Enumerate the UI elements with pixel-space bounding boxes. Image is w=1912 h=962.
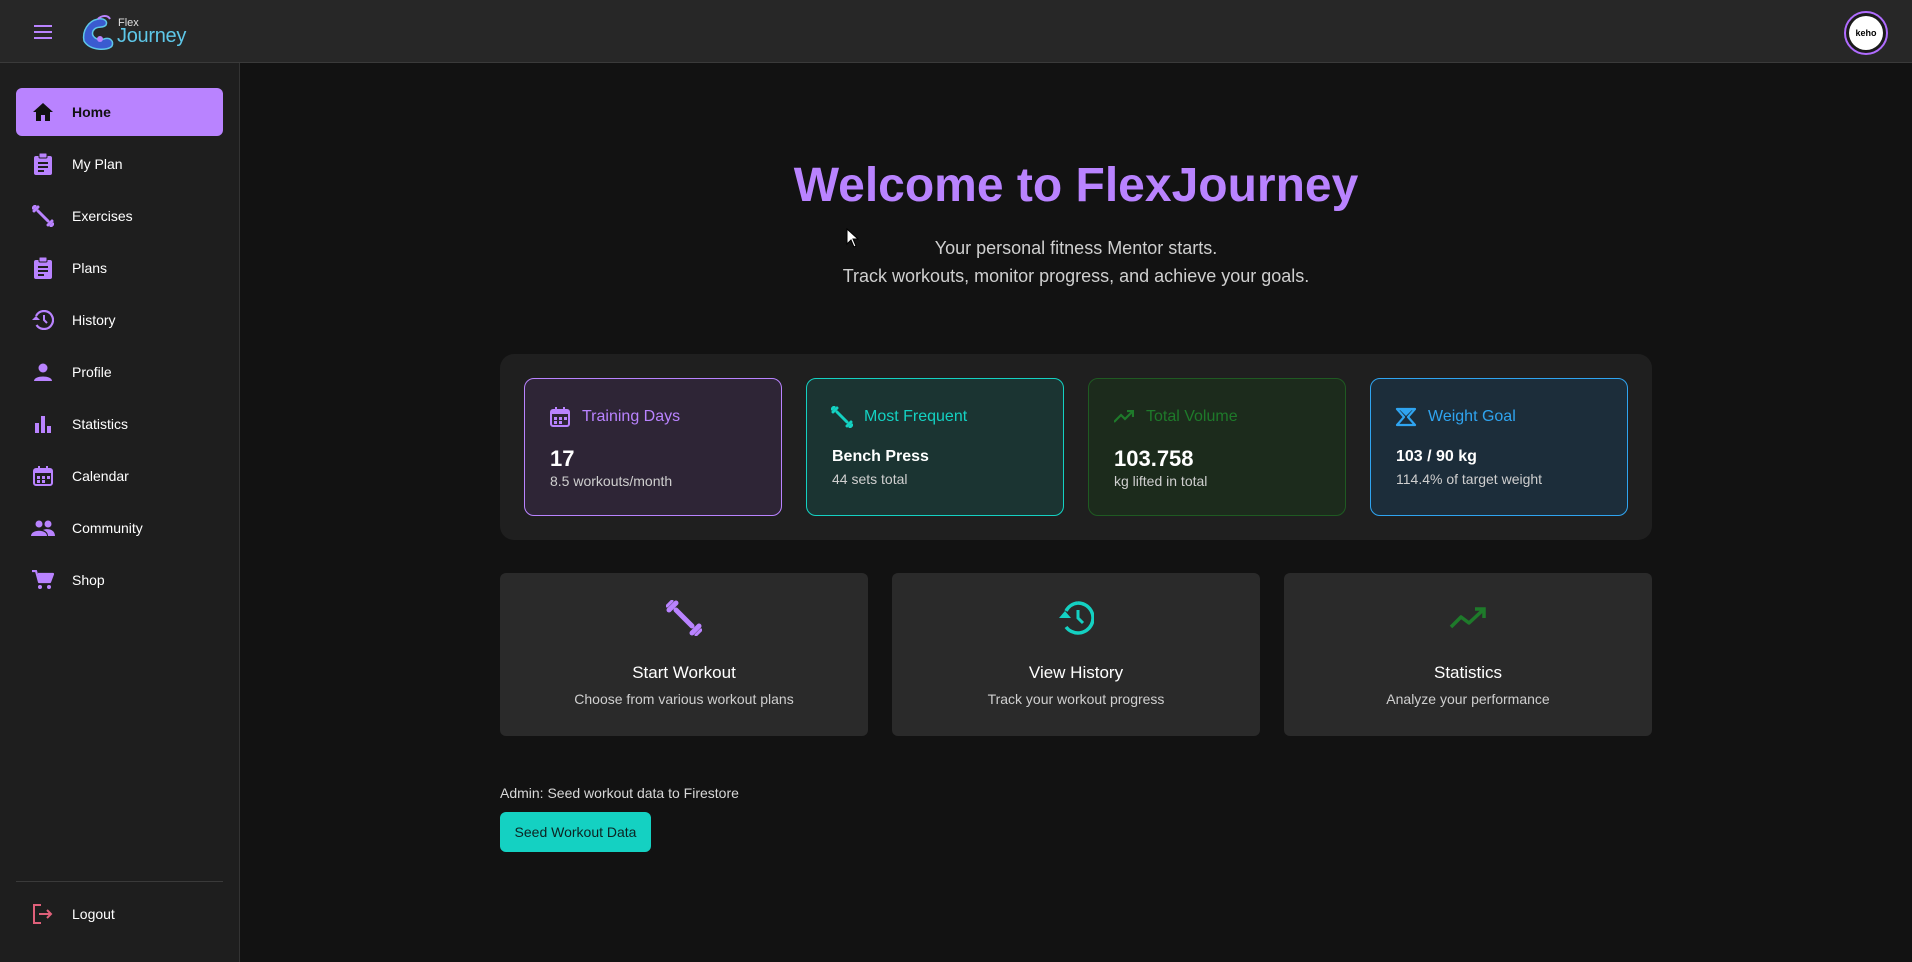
history-icon (31, 308, 55, 332)
logout-button[interactable]: Logout (16, 890, 223, 938)
calendar-icon (31, 464, 55, 488)
stat-card-weight-goal: Weight Goal 103 / 90 kg 114.4% of target… (1370, 378, 1628, 516)
trending-up-icon (1113, 406, 1135, 428)
logout-label: Logout (72, 906, 115, 922)
stat-value: 103 / 90 kg (1396, 448, 1477, 465)
home-icon (31, 100, 55, 124)
stat-title: Training Days (582, 408, 681, 425)
sidebar-item-label: Community (72, 520, 143, 536)
stat-subtext: 44 sets total (832, 471, 908, 487)
stat-title: Total Volume (1146, 408, 1238, 425)
action-description: Choose from various workout plans (574, 691, 794, 707)
bar-chart-icon (31, 412, 55, 436)
sidebar-item-calendar[interactable]: Calendar (16, 452, 223, 500)
scale-icon (1395, 406, 1417, 428)
sidebar-item-label: Calendar (72, 468, 129, 484)
stats-panel: Training Days 17 8.5 workouts/month Most… (500, 354, 1652, 540)
app-logo[interactable]: Flex Journey (78, 11, 188, 55)
logo-text-large: Journey (117, 25, 187, 47)
stat-value: 103.758 (1114, 446, 1194, 471)
sidebar-item-label: History (72, 312, 116, 328)
person-icon (31, 360, 55, 384)
people-icon (31, 516, 55, 540)
page-title: Welcome to FlexJourney (793, 159, 1359, 212)
sidebar-item-history[interactable]: History (16, 296, 223, 344)
stat-card-training-days: Training Days 17 8.5 workouts/month (524, 378, 782, 516)
flexed-arm-logo-icon (82, 15, 114, 51)
action-description: Track your workout progress (987, 691, 1165, 707)
sidebar-item-plans[interactable]: Plans (16, 244, 223, 292)
hamburger-menu-icon (34, 25, 52, 39)
clipboard-icon (31, 152, 55, 176)
sidebar-divider (16, 881, 223, 882)
sidebar-item-label: Plans (72, 260, 108, 276)
stat-title: Most Frequent (864, 408, 968, 425)
sidebar-item-statistics[interactable]: Statistics (16, 400, 223, 448)
view-history-card[interactable]: View History Track your workout progress (892, 573, 1260, 736)
clipboard-icon (31, 256, 55, 280)
dumbbell-icon (831, 406, 853, 428)
trending-up-icon (1448, 598, 1488, 638)
admin-label: Admin: Seed workout data to Firestore (500, 785, 739, 801)
seed-workout-data-button[interactable]: Seed Workout Data (500, 812, 651, 852)
sidebar-item-label: Shop (72, 572, 105, 588)
statistics-card[interactable]: Statistics Analyze your performance (1284, 573, 1652, 736)
action-title: Start Workout (632, 663, 736, 682)
stat-title: Weight Goal (1428, 408, 1516, 425)
menu-button[interactable] (28, 19, 58, 45)
stat-card-most-frequent: Most Frequent Bench Press 44 sets total (806, 378, 1064, 516)
sidebar-item-label: Profile (72, 364, 112, 380)
user-avatar[interactable]: keho (1844, 11, 1888, 55)
action-title: View History (1028, 663, 1124, 682)
avatar-initials: keho (1849, 16, 1883, 50)
sidebar-item-my-plan[interactable]: My Plan (16, 140, 223, 188)
sidebar-item-label: Statistics (72, 416, 129, 432)
stat-value: 17 (550, 446, 575, 471)
sidebar-item-exercises[interactable]: Exercises (16, 192, 223, 240)
cart-icon (31, 568, 55, 592)
sidebar-item-label: Home (72, 104, 111, 120)
mouse-cursor-icon (846, 228, 860, 248)
start-workout-card[interactable]: Start Workout Choose from various workou… (500, 573, 868, 736)
logout-icon (31, 902, 55, 926)
dumbbell-icon (31, 204, 55, 228)
hero-subtitle-line1: Your personal fitness Mentor starts. (934, 238, 1218, 258)
stat-card-total-volume: Total Volume 103.758 kg lifted in total (1088, 378, 1346, 516)
sidebar-item-profile[interactable]: Profile (16, 348, 223, 396)
sidebar-item-label: Exercises (72, 208, 133, 224)
calendar-icon (549, 406, 571, 428)
dumbbell-icon (664, 598, 704, 638)
sidebar-item-label: My Plan (72, 156, 123, 172)
hero-subtitle-line2: Track workouts, monitor progress, and ac… (842, 266, 1310, 286)
stat-subtext: 114.4% of target weight (1396, 471, 1543, 487)
stat-value: Bench Press (832, 448, 929, 465)
sidebar: Home My Plan Exercises Plans History Pro… (0, 63, 240, 962)
sidebar-item-home[interactable]: Home (16, 88, 223, 136)
history-icon (1056, 598, 1096, 638)
sidebar-item-shop[interactable]: Shop (16, 556, 223, 604)
action-title: Statistics (1433, 663, 1503, 682)
top-app-bar: Flex Journey keho (0, 0, 1912, 63)
stat-subtext: kg lifted in total (1114, 473, 1208, 489)
stat-subtext: 8.5 workouts/month (550, 473, 673, 489)
action-description: Analyze your performance (1386, 691, 1550, 707)
sidebar-item-community[interactable]: Community (16, 504, 223, 552)
